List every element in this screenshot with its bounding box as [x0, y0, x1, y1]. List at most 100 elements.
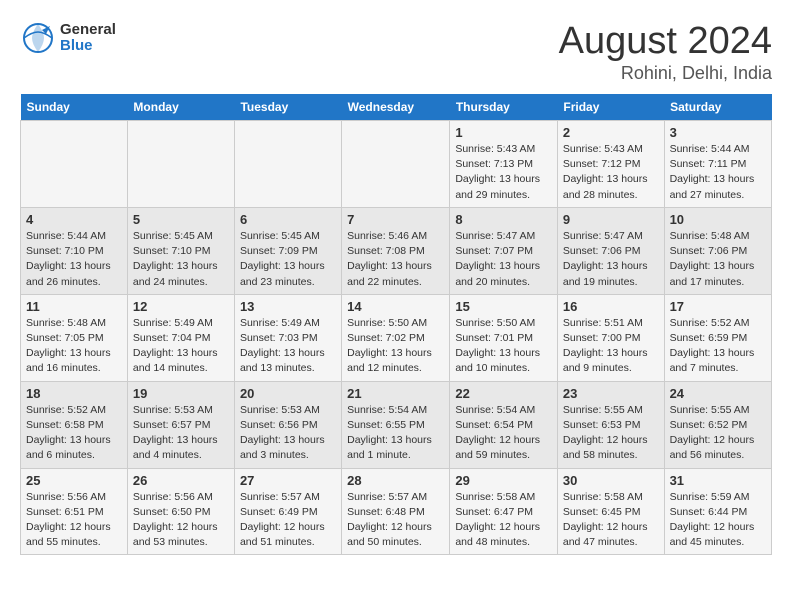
calendar-week-row: 1 Sunrise: 5:43 AM Sunset: 7:13 PM Daylig…: [21, 121, 772, 208]
day-number: 16: [563, 299, 659, 314]
day-info: Sunrise: 5:49 AM Sunset: 7:04 PM Dayligh…: [133, 316, 229, 377]
day-number: 28: [347, 473, 444, 488]
calendar-subtitle: Rohini, Delhi, India: [559, 63, 772, 84]
day-info: Sunrise: 5:50 AM Sunset: 7:02 PM Dayligh…: [347, 316, 444, 377]
day-number: 7: [347, 212, 444, 227]
day-number: 21: [347, 386, 444, 401]
day-info: Sunrise: 5:54 AM Sunset: 6:55 PM Dayligh…: [347, 403, 444, 464]
day-info: Sunrise: 5:48 AM Sunset: 7:05 PM Dayligh…: [26, 316, 122, 377]
calendar-cell: 9Sunrise: 5:47 AM Sunset: 7:06 PM Daylig…: [557, 207, 664, 294]
day-number: 23: [563, 386, 659, 401]
calendar-cell: 11Sunrise: 5:48 AM Sunset: 7:05 PM Dayli…: [21, 294, 128, 381]
calendar-cell: 1 Sunrise: 5:43 AM Sunset: 7:13 PM Daylig…: [450, 121, 558, 208]
day-number: 13: [240, 299, 336, 314]
day-number: 4: [26, 212, 122, 227]
day-info: Sunrise: 5:50 AM Sunset: 7:01 PM Dayligh…: [455, 316, 552, 377]
day-number: 30: [563, 473, 659, 488]
day-number: 14: [347, 299, 444, 314]
calendar-cell: 3 Sunrise: 5:44 AM Sunset: 7:11 PM Daylig…: [664, 121, 771, 208]
day-number: 18: [26, 386, 122, 401]
weekday-sunday: Sunday: [21, 94, 128, 121]
calendar-cell: 2 Sunrise: 5:43 AM Sunset: 7:12 PM Daylig…: [557, 121, 664, 208]
title-block: August 2024 Rohini, Delhi, India: [559, 20, 772, 84]
day-number: 17: [670, 299, 766, 314]
day-number: 10: [670, 212, 766, 227]
day-info: Sunrise: 5:44 AM Sunset: 7:11 PM Dayligh…: [670, 142, 766, 203]
calendar-cell: 23 Sunrise: 5:55 AM Sunset: 6:53 PM Dayli…: [557, 381, 664, 468]
calendar-week-row: 25 Sunrise: 5:56 AM Sunset: 6:51 PM Dayli…: [21, 468, 772, 555]
day-number: 15: [455, 299, 552, 314]
weekday-wednesday: Wednesday: [342, 94, 450, 121]
day-info: Sunrise: 5:46 AM Sunset: 7:08 PM Dayligh…: [347, 229, 444, 290]
calendar-cell: 7 Sunrise: 5:46 AM Sunset: 7:08 PM Daylig…: [342, 207, 450, 294]
calendar-cell: 13Sunrise: 5:49 AM Sunset: 7:03 PM Dayli…: [234, 294, 341, 381]
calendar-cell: 17Sunrise: 5:52 AM Sunset: 6:59 PM Dayli…: [664, 294, 771, 381]
calendar-cell: 8Sunrise: 5:47 AM Sunset: 7:07 PM Daylig…: [450, 207, 558, 294]
calendar-title: August 2024: [559, 20, 772, 63]
day-number: 31: [670, 473, 766, 488]
day-info: Sunrise: 5:45 AM Sunset: 7:10 PM Dayligh…: [133, 229, 229, 290]
calendar-cell: 4 Sunrise: 5:44 AM Sunset: 7:10 PM Daylig…: [21, 207, 128, 294]
weekday-friday: Friday: [557, 94, 664, 121]
calendar-cell: [21, 121, 128, 208]
weekday-header-row: SundayMondayTuesdayWednesdayThursdayFrid…: [21, 94, 772, 121]
day-info: Sunrise: 5:59 AM Sunset: 6:44 PM Dayligh…: [670, 490, 766, 551]
day-number: 20: [240, 386, 336, 401]
calendar-cell: 16 Sunrise: 5:51 AM Sunset: 7:00 PM Dayli…: [557, 294, 664, 381]
weekday-tuesday: Tuesday: [234, 94, 341, 121]
day-info: Sunrise: 5:44 AM Sunset: 7:10 PM Dayligh…: [26, 229, 122, 290]
weekday-thursday: Thursday: [450, 94, 558, 121]
day-info: Sunrise: 5:43 AM Sunset: 7:12 PM Dayligh…: [563, 142, 659, 203]
calendar-cell: 24Sunrise: 5:55 AM Sunset: 6:52 PM Dayli…: [664, 381, 771, 468]
calendar-week-row: 18 Sunrise: 5:52 AM Sunset: 6:58 PM Dayli…: [21, 381, 772, 468]
calendar-cell: 12 Sunrise: 5:49 AM Sunset: 7:04 PM Dayli…: [127, 294, 234, 381]
day-info: Sunrise: 5:47 AM Sunset: 7:06 PM Dayligh…: [563, 229, 659, 290]
calendar-week-row: 11Sunrise: 5:48 AM Sunset: 7:05 PM Dayli…: [21, 294, 772, 381]
day-number: 26: [133, 473, 229, 488]
calendar-cell: 31 Sunrise: 5:59 AM Sunset: 6:44 PM Dayli…: [664, 468, 771, 555]
day-info: Sunrise: 5:51 AM Sunset: 7:00 PM Dayligh…: [563, 316, 659, 377]
day-info: Sunrise: 5:55 AM Sunset: 6:52 PM Dayligh…: [670, 403, 766, 464]
calendar-cell: 10 Sunrise: 5:48 AM Sunset: 7:06 PM Dayli…: [664, 207, 771, 294]
day-info: Sunrise: 5:45 AM Sunset: 7:09 PM Dayligh…: [240, 229, 336, 290]
day-number: 2: [563, 125, 659, 140]
weekday-saturday: Saturday: [664, 94, 771, 121]
day-info: Sunrise: 5:56 AM Sunset: 6:50 PM Dayligh…: [133, 490, 229, 551]
day-number: 19: [133, 386, 229, 401]
day-number: 29: [455, 473, 552, 488]
calendar-week-row: 4 Sunrise: 5:44 AM Sunset: 7:10 PM Daylig…: [21, 207, 772, 294]
day-info: Sunrise: 5:53 AM Sunset: 6:56 PM Dayligh…: [240, 403, 336, 464]
calendar-cell: 30Sunrise: 5:58 AM Sunset: 6:45 PM Dayli…: [557, 468, 664, 555]
day-info: Sunrise: 5:58 AM Sunset: 6:47 PM Dayligh…: [455, 490, 552, 551]
day-number: 3: [670, 125, 766, 140]
logo-general: General: [60, 22, 116, 39]
day-info: Sunrise: 5:48 AM Sunset: 7:06 PM Dayligh…: [670, 229, 766, 290]
logo-text: General Blue: [60, 22, 116, 55]
calendar-cell: [234, 121, 341, 208]
calendar-cell: 14 Sunrise: 5:50 AM Sunset: 7:02 PM Dayli…: [342, 294, 450, 381]
day-info: Sunrise: 5:55 AM Sunset: 6:53 PM Dayligh…: [563, 403, 659, 464]
day-number: 1: [455, 125, 552, 140]
calendar-cell: 19 Sunrise: 5:53 AM Sunset: 6:57 PM Dayli…: [127, 381, 234, 468]
day-info: Sunrise: 5:57 AM Sunset: 6:48 PM Dayligh…: [347, 490, 444, 551]
day-info: Sunrise: 5:56 AM Sunset: 6:51 PM Dayligh…: [26, 490, 122, 551]
calendar-cell: 22Sunrise: 5:54 AM Sunset: 6:54 PM Dayli…: [450, 381, 558, 468]
calendar-cell: 15 Sunrise: 5:50 AM Sunset: 7:01 PM Dayli…: [450, 294, 558, 381]
logo-icon: [20, 20, 56, 56]
calendar-cell: 25 Sunrise: 5:56 AM Sunset: 6:51 PM Dayli…: [21, 468, 128, 555]
calendar-cell: [127, 121, 234, 208]
day-number: 8: [455, 212, 552, 227]
day-number: 25: [26, 473, 122, 488]
day-info: Sunrise: 5:52 AM Sunset: 6:58 PM Dayligh…: [26, 403, 122, 464]
calendar-cell: [342, 121, 450, 208]
calendar-cell: 18 Sunrise: 5:52 AM Sunset: 6:58 PM Dayli…: [21, 381, 128, 468]
calendar-cell: 27Sunrise: 5:57 AM Sunset: 6:49 PM Dayli…: [234, 468, 341, 555]
day-number: 27: [240, 473, 336, 488]
day-info: Sunrise: 5:43 AM Sunset: 7:13 PM Dayligh…: [455, 142, 552, 203]
day-number: 5: [133, 212, 229, 227]
calendar-cell: 6Sunrise: 5:45 AM Sunset: 7:09 PM Daylig…: [234, 207, 341, 294]
day-number: 12: [133, 299, 229, 314]
calendar-cell: 5 Sunrise: 5:45 AM Sunset: 7:10 PM Daylig…: [127, 207, 234, 294]
calendar-cell: 21 Sunrise: 5:54 AM Sunset: 6:55 PM Dayli…: [342, 381, 450, 468]
day-info: Sunrise: 5:53 AM Sunset: 6:57 PM Dayligh…: [133, 403, 229, 464]
